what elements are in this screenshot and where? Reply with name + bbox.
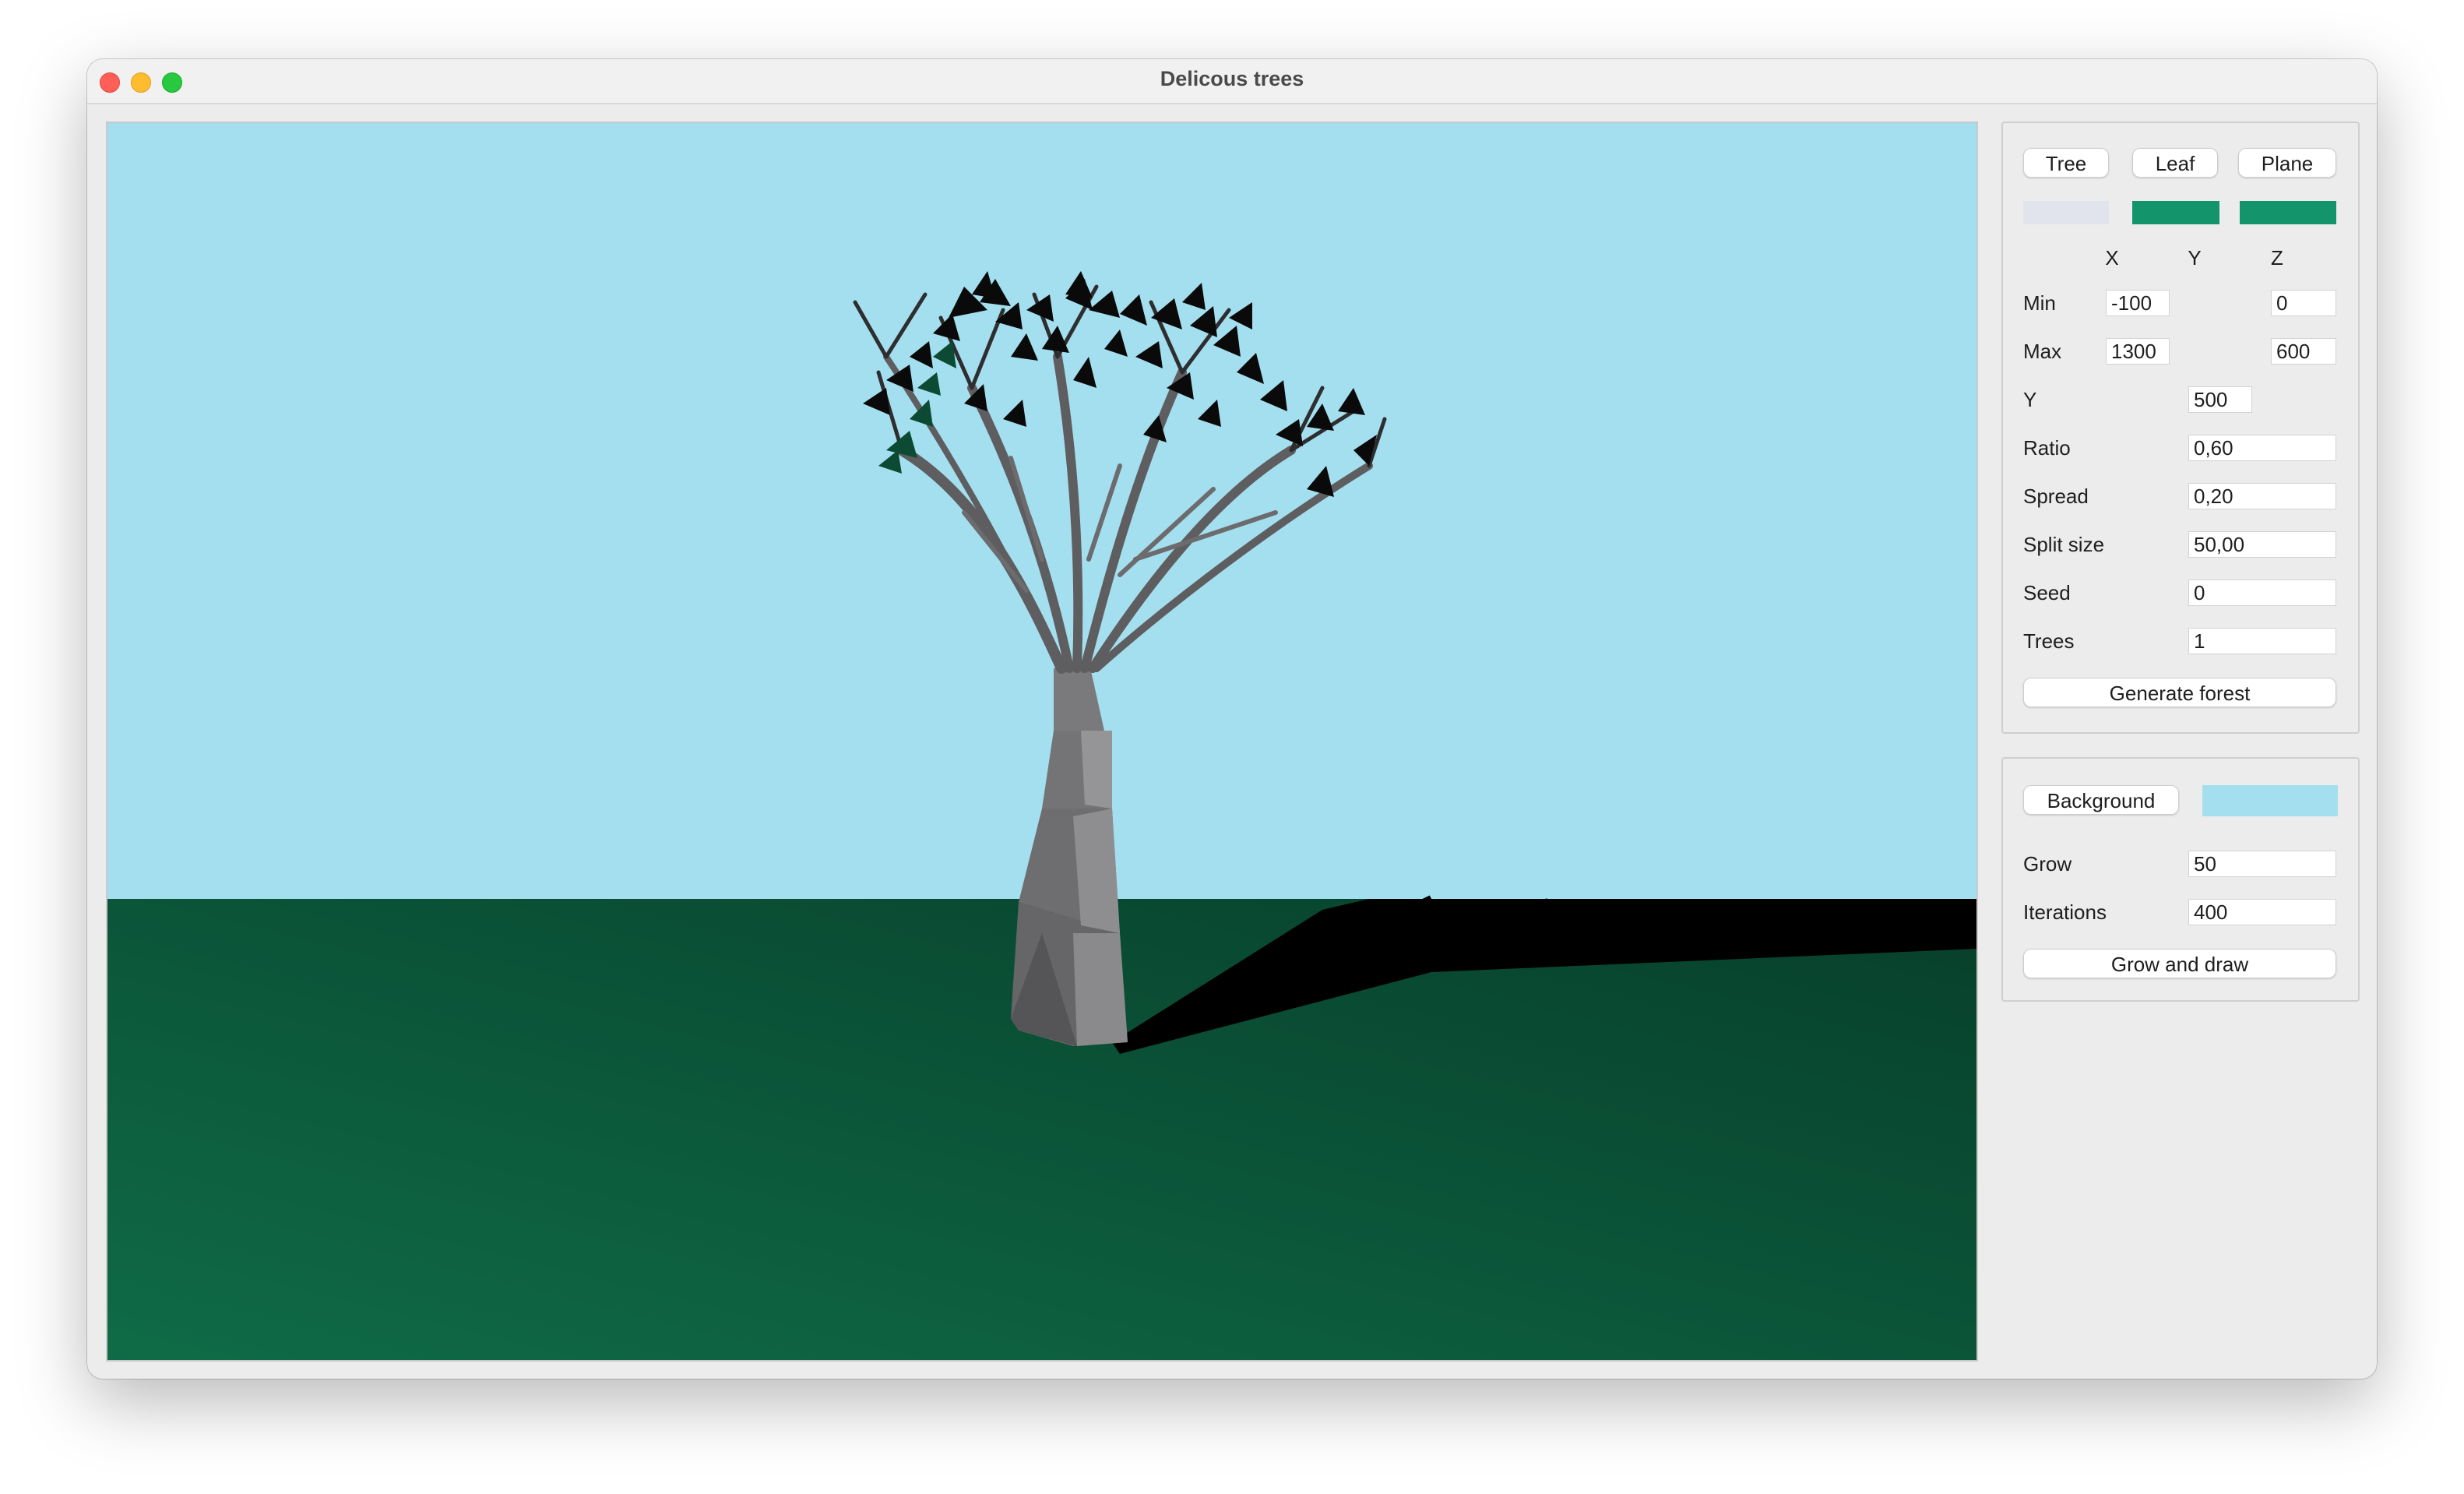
min-x-field[interactable]: -100: [2106, 290, 2170, 316]
max-z-field[interactable]: 600: [2271, 338, 2336, 365]
tree-color-swatch[interactable]: [2023, 201, 2109, 224]
plane-color-button[interactable]: Plane: [2238, 148, 2336, 178]
ratio-field[interactable]: 0,60: [2188, 435, 2336, 461]
split-size-label: Split size: [2023, 533, 2105, 556]
x-axis-header: X: [2105, 246, 2119, 270]
grow-and-draw-button[interactable]: Grow and draw: [2023, 949, 2336, 978]
growth-settings-panel: Background Grow 50 Iterations 400 Grow a…: [2001, 757, 2360, 1002]
grow-label: Grow: [2023, 852, 2072, 876]
background-color-button[interactable]: Background: [2023, 785, 2179, 815]
leaf-color-button[interactable]: Leaf: [2132, 148, 2218, 178]
y-label: Y: [2023, 388, 2037, 411]
generate-forest-button[interactable]: Generate forest: [2023, 678, 2336, 707]
sky-plane: [107, 123, 1976, 902]
tree-color-button[interactable]: Tree: [2023, 148, 2109, 178]
min-label: Min: [2023, 291, 2056, 315]
iterations-field[interactable]: 400: [2188, 899, 2336, 925]
title-bar: Delicous trees: [87, 59, 2377, 104]
window-title: Delicous trees: [1160, 67, 1304, 90]
trees-label: Trees: [2023, 629, 2075, 653]
spread-field[interactable]: 0,20: [2188, 483, 2336, 509]
z-axis-header: Z: [2271, 246, 2283, 270]
render-viewport[interactable]: [106, 122, 1978, 1362]
trees-field[interactable]: 1: [2188, 628, 2336, 654]
background-color-swatch[interactable]: [2202, 785, 2338, 816]
split-size-field[interactable]: 50,00: [2188, 531, 2336, 558]
grow-field[interactable]: 50: [2188, 851, 2336, 877]
seed-label: Seed: [2023, 581, 2071, 604]
y-field[interactable]: 500: [2188, 386, 2252, 413]
max-x-field[interactable]: 1300: [2106, 338, 2170, 365]
seed-field[interactable]: 0: [2188, 580, 2336, 606]
app-window: Delicous trees Tree Leaf Plane X Y Z Min…: [87, 59, 2377, 1379]
min-z-field[interactable]: 0: [2271, 290, 2336, 316]
tree-settings-panel: Tree Leaf Plane X Y Z Min -100 0 Max 130…: [2001, 122, 2360, 734]
leaf-color-swatch[interactable]: [2132, 201, 2219, 224]
spread-label: Spread: [2023, 484, 2089, 508]
tree-scene[interactable]: [107, 123, 1976, 1360]
y-axis-header: Y: [2188, 246, 2202, 270]
ratio-label: Ratio: [2023, 436, 2071, 460]
plane-color-swatch[interactable]: [2240, 201, 2336, 224]
max-label: Max: [2023, 340, 2062, 363]
iterations-label: Iterations: [2023, 900, 2107, 924]
